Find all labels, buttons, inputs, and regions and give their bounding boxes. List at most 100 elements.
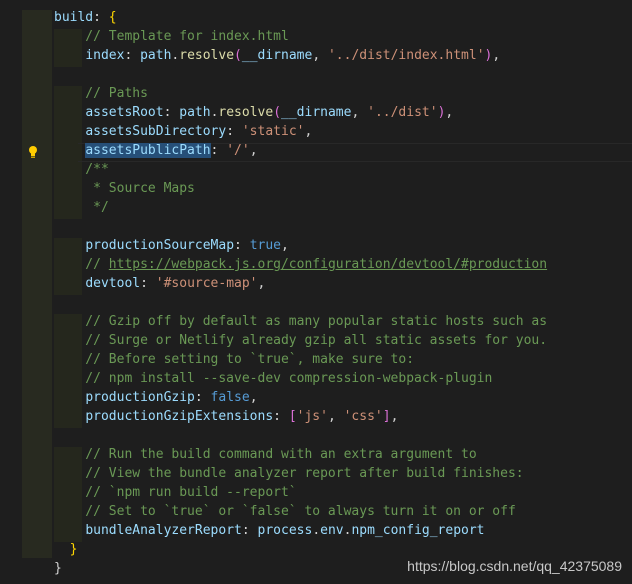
code-token: {: [108, 10, 117, 25]
code-line[interactable]: // Gzip off by default as many popular s…: [54, 312, 547, 331]
code-token: resolve: [218, 105, 274, 120]
code-token: resolve: [179, 48, 235, 63]
code-token: env: [320, 523, 344, 538]
code-line[interactable]: productionGzipExtensions: ['js', 'css'],: [54, 407, 398, 426]
code-line[interactable]: // Before setting to `true`, make sure t…: [54, 350, 414, 369]
code-token: build: [54, 10, 94, 25]
code-line[interactable]: // `npm run build --report`: [54, 483, 297, 502]
code-token: ]: [382, 409, 391, 424]
code-token: /**: [54, 162, 109, 177]
code-token: (: [234, 48, 242, 63]
code-line[interactable]: bundleAnalyzerReport: process.env.npm_co…: [54, 521, 485, 540]
code-token: path: [140, 48, 172, 63]
indent-guide-outer: [22, 10, 52, 558]
code-token: productionGzipExtensions: [85, 409, 274, 424]
code-token: '#source-map': [155, 276, 258, 291]
code-token: 'static': [241, 124, 305, 139]
code-line[interactable]: }: [54, 540, 78, 559]
code-token: path: [179, 105, 211, 120]
code-link[interactable]: https://webpack.js.org/configuration/dev…: [109, 257, 547, 272]
code-token: :: [210, 143, 227, 158]
code-line[interactable]: assetsPublicPath: '/',: [54, 141, 258, 160]
code-token: __dirname: [241, 48, 313, 63]
code-line[interactable]: productionGzip: false,: [54, 388, 258, 407]
code-token: // Gzip off by default as many popular s…: [54, 314, 548, 329]
code-token: (: [273, 105, 282, 120]
code-token: }: [54, 561, 62, 576]
code-token: ,: [390, 409, 399, 424]
code-token: process: [257, 523, 313, 538]
code-token: ,: [445, 105, 454, 120]
code-line[interactable]: assetsSubDirectory: 'static',: [54, 122, 312, 141]
code-token: :: [226, 124, 242, 139]
code-token: :: [194, 390, 211, 405]
code-token: 'js': [296, 409, 328, 424]
code-token: :: [241, 523, 258, 538]
code-token: '../dist/index.html': [327, 48, 485, 63]
code-token: '../dist': [367, 105, 438, 120]
code-line[interactable]: assetsRoot: path.resolve(__dirname, '../…: [54, 103, 453, 122]
code-line[interactable]: build: {: [54, 8, 117, 27]
code-token: .: [312, 523, 321, 538]
code-line[interactable]: // Paths: [54, 84, 148, 103]
code-token: bundleAnalyzerReport: [85, 523, 242, 538]
code-line[interactable]: devtool: '#source-map',: [54, 274, 265, 293]
code-token: __dirname: [281, 105, 352, 120]
code-token: :: [140, 276, 156, 291]
code-token: ,: [281, 238, 289, 253]
code-editor[interactable]: build: { // Template for index.html inde…: [0, 0, 632, 584]
code-token: productionSourceMap: [85, 238, 235, 253]
code-token: ,: [257, 276, 266, 291]
code-token: '/': [226, 143, 250, 158]
lightbulb-icon[interactable]: [28, 145, 38, 159]
code-token: // Paths: [54, 86, 148, 101]
code-line[interactable]: /**: [54, 160, 109, 179]
code-token: :: [234, 238, 250, 253]
code-token: // Template for index.html: [54, 29, 289, 44]
code-line[interactable]: * Source Maps: [54, 179, 195, 198]
code-line[interactable]: index: path.resolve(__dirname, '../dist/…: [54, 46, 500, 65]
code-token: // Surge or Netlify already gzip all sta…: [54, 333, 548, 348]
code-token: }: [69, 542, 78, 557]
code-token: * Source Maps: [54, 181, 195, 196]
code-line[interactable]: // Set to `true` or `false` to always tu…: [54, 502, 516, 521]
code-token: // View the bundle analyzer report after…: [54, 466, 524, 481]
code-line[interactable]: // https://webpack.js.org/configuration/…: [54, 255, 547, 274]
code-line[interactable]: // Surge or Netlify already gzip all sta…: [54, 331, 547, 350]
code-token: ,: [249, 143, 258, 158]
code-token: :: [163, 105, 180, 120]
code-token: ,: [312, 48, 328, 63]
code-token: //: [54, 257, 109, 272]
code-token: ,: [249, 390, 258, 405]
code-token: :: [273, 409, 289, 424]
code-token: [: [288, 409, 297, 424]
code-line[interactable]: // Template for index.html: [54, 27, 289, 46]
code-token: ,: [492, 48, 501, 63]
code-token: assetsSubDirectory: [85, 124, 227, 139]
code-token: // npm install --save-dev compression-we…: [54, 371, 493, 386]
code-token: ,: [351, 105, 368, 120]
code-line[interactable]: // View the bundle analyzer report after…: [54, 464, 524, 483]
code-token: ,: [304, 124, 313, 139]
code-line[interactable]: */: [54, 198, 109, 217]
code-token: // `npm run build --report`: [54, 485, 297, 500]
code-line[interactable]: }: [54, 559, 62, 578]
code-token: ,: [327, 409, 344, 424]
code-token: npm_config_report: [351, 523, 485, 538]
code-line[interactable]: productionSourceMap: true,: [54, 236, 289, 255]
code-token: 'css': [343, 409, 383, 424]
code-line[interactable]: // npm install --save-dev compression-we…: [54, 369, 492, 388]
code-token: // Set to `true` or `false` to always tu…: [54, 504, 516, 519]
code-line[interactable]: // Run the build command with an extra a…: [54, 445, 476, 464]
code-token: // Before setting to `true`, make sure t…: [54, 352, 415, 367]
